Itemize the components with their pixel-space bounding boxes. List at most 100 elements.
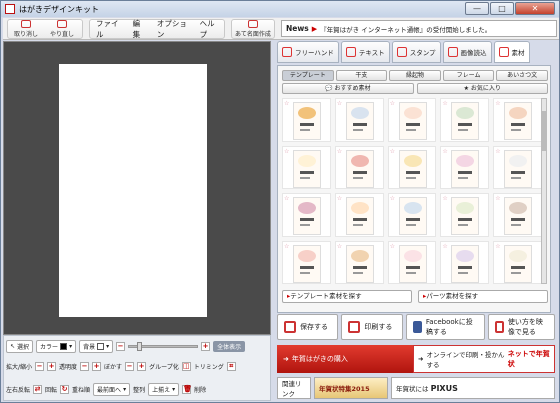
zoom-slider-knob[interactable] xyxy=(137,342,143,351)
template-thumbnail[interactable]: ☆ xyxy=(440,193,490,237)
rotate-button[interactable]: ↻ xyxy=(60,385,70,394)
color-button[interactable]: カラー ▾ xyxy=(36,340,77,353)
tab-freehand[interactable]: フリーハンド xyxy=(277,41,339,63)
postcard-preview xyxy=(398,102,427,140)
subtab-template[interactable]: テンプレート xyxy=(282,70,334,81)
subtab-eto[interactable]: 干支 xyxy=(335,70,388,81)
address-button[interactable]: あて名面作成 xyxy=(232,20,274,38)
find-template-button[interactable]: ▸テンプレート素材を探す xyxy=(282,290,412,303)
favorite-star-icon[interactable]: ☆ xyxy=(337,148,342,155)
buy-postcards-banner[interactable]: ➜ 年賀はがきの購入 xyxy=(277,345,413,373)
trim-button[interactable]: ⌗ xyxy=(226,362,236,371)
favorite-star-icon[interactable]: ☆ xyxy=(495,195,500,202)
menu-file[interactable]: ファイル xyxy=(90,18,127,40)
favorite-star-icon[interactable]: ☆ xyxy=(390,100,395,107)
menu-edit[interactable]: 編集 xyxy=(127,18,151,40)
background-button[interactable]: 背景 ▾ xyxy=(79,340,114,353)
transparency-up-button[interactable]: + xyxy=(92,362,102,371)
facebook-button[interactable]: Facebookに投稿する xyxy=(405,314,485,340)
scrollbar-thumb[interactable] xyxy=(542,111,546,151)
template-thumbnail[interactable]: ☆ xyxy=(282,98,331,142)
align-select[interactable]: 上揃え ▾ xyxy=(148,383,180,396)
favorite-star-icon[interactable]: ☆ xyxy=(495,148,500,155)
template-thumbnail[interactable]: ☆ xyxy=(493,193,542,237)
maximize-button[interactable]: □ xyxy=(490,2,514,15)
tab-stamp[interactable]: スタンプ xyxy=(391,41,441,63)
subtab-recommended[interactable]: 💬 おすすめ素材 xyxy=(282,83,414,94)
star-icon: ★ xyxy=(463,85,469,92)
favorite-star-icon[interactable]: ☆ xyxy=(337,195,342,202)
subtab-frame[interactable]: フレーム xyxy=(442,70,495,81)
template-scrollbar[interactable] xyxy=(541,98,547,284)
subtab-engimono[interactable]: 縁起物 xyxy=(389,70,441,81)
template-thumbnail[interactable]: ☆ xyxy=(493,98,542,142)
template-thumbnail[interactable]: ☆ xyxy=(334,98,384,142)
video-guide-button[interactable]: 使い方を映像で見る xyxy=(487,314,555,340)
undo-button[interactable]: 取り消し xyxy=(8,20,44,38)
favorite-star-icon[interactable]: ☆ xyxy=(284,243,289,250)
fit-all-button[interactable]: 全体表示 xyxy=(213,341,246,352)
template-thumbnail[interactable]: ☆ xyxy=(387,145,437,189)
template-thumbnail[interactable]: ☆ xyxy=(387,240,437,284)
menu-help[interactable]: ヘルプ xyxy=(194,18,224,40)
favorite-star-icon[interactable]: ☆ xyxy=(390,243,395,250)
pixus-link[interactable]: 年賀状には PIXUS xyxy=(391,377,555,399)
tab-material[interactable]: 素材 xyxy=(493,41,530,63)
template-thumbnail[interactable]: ☆ xyxy=(387,193,437,237)
template-thumbnail[interactable]: ☆ xyxy=(282,193,331,237)
favorite-star-icon[interactable]: ☆ xyxy=(390,148,395,155)
postcard-canvas[interactable] xyxy=(59,64,207,317)
template-thumbnail[interactable]: ☆ xyxy=(440,145,490,189)
favorite-star-icon[interactable]: ☆ xyxy=(284,195,289,202)
find-parts-button[interactable]: ▸パーツ素材を探す xyxy=(418,290,548,303)
favorite-star-icon[interactable]: ☆ xyxy=(442,243,447,250)
template-thumbnail[interactable]: ☆ xyxy=(334,145,384,189)
scale-down-button[interactable]: − xyxy=(35,362,45,371)
subtab-favorites[interactable]: ★ お気に入り xyxy=(416,83,548,94)
favorite-star-icon[interactable]: ☆ xyxy=(442,148,447,155)
print-button[interactable]: 印刷する xyxy=(341,314,403,340)
template-thumbnail[interactable]: ☆ xyxy=(493,240,542,284)
close-button[interactable]: ✕ xyxy=(515,2,555,15)
favorite-star-icon[interactable]: ☆ xyxy=(442,195,447,202)
template-thumbnail[interactable]: ☆ xyxy=(387,98,437,142)
trash-icon[interactable]: 🗑 xyxy=(182,385,192,394)
select-button[interactable]: ↖ 選択 xyxy=(6,340,34,353)
zoom-in-button[interactable]: + xyxy=(201,342,211,351)
template-thumbnail[interactable]: ☆ xyxy=(440,98,490,142)
flip-button[interactable]: ⇄ xyxy=(33,385,43,394)
favorite-star-icon[interactable]: ☆ xyxy=(337,243,342,250)
bring-front-select[interactable]: 最前面へ ▾ xyxy=(93,383,131,396)
favorite-star-icon[interactable]: ☆ xyxy=(284,100,289,107)
template-thumbnail[interactable]: ☆ xyxy=(334,240,384,284)
zoom-out-button[interactable]: − xyxy=(116,342,126,351)
favorite-star-icon[interactable]: ☆ xyxy=(495,243,500,250)
material-panel: テンプレート 干支 縁起物 フレーム あいさつ文 💬 おすすめ素材 ★ お気に入… xyxy=(277,65,551,313)
favorite-star-icon[interactable]: ☆ xyxy=(337,100,342,107)
subtab-greeting[interactable]: あいさつ文 xyxy=(496,70,548,81)
transparency-down-button[interactable]: − xyxy=(80,362,90,371)
template-thumbnail[interactable]: ☆ xyxy=(334,193,384,237)
favorite-star-icon[interactable]: ☆ xyxy=(495,100,500,107)
favorite-star-icon[interactable]: ☆ xyxy=(284,148,289,155)
group-button[interactable]: ◫ xyxy=(181,362,191,371)
online-print-banner[interactable]: ➜ オンラインで印刷・投かんする ネットで年賀状 xyxy=(413,345,555,373)
minimize-button[interactable]: — xyxy=(465,2,489,15)
tab-text[interactable]: テキスト xyxy=(340,41,390,63)
blur-down-button[interactable]: − xyxy=(125,362,135,371)
favorite-star-icon[interactable]: ☆ xyxy=(442,100,447,107)
template-thumbnail[interactable]: ☆ xyxy=(493,145,542,189)
blur-up-button[interactable]: + xyxy=(137,362,147,371)
save-button[interactable]: 保存する xyxy=(277,314,339,340)
template-thumbnail[interactable]: ☆ xyxy=(282,240,331,284)
news-bar[interactable]: News ▶ 『年賀はがき インターネット通帳』の受付開始しました。 xyxy=(281,20,557,37)
zoom-slider[interactable] xyxy=(128,342,199,351)
favorite-star-icon[interactable]: ☆ xyxy=(390,195,395,202)
scale-up-button[interactable]: + xyxy=(47,362,57,371)
nenga-special-link[interactable]: 年賀状特集2015 xyxy=(314,377,388,399)
menu-options[interactable]: オプション xyxy=(151,18,194,40)
tab-image[interactable]: 画像読込 xyxy=(442,41,492,63)
redo-button[interactable]: やり直し xyxy=(44,20,80,38)
template-thumbnail[interactable]: ☆ xyxy=(282,145,331,189)
template-thumbnail[interactable]: ☆ xyxy=(440,240,490,284)
